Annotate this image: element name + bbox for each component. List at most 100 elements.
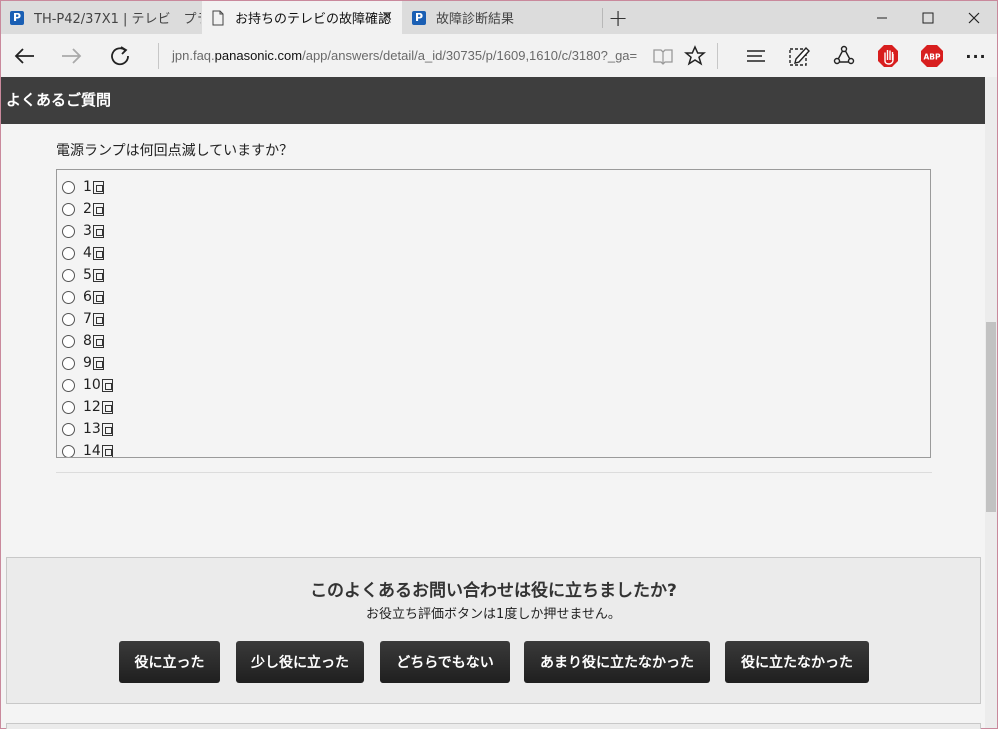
missing-glyph-icon	[101, 422, 113, 436]
radio-button[interactable]	[62, 202, 75, 216]
option-item[interactable]: 3	[62, 221, 104, 241]
share-button[interactable]	[831, 43, 857, 69]
option-label: 2	[83, 201, 92, 217]
rating-somewhat-helpful-button[interactable]: 少し役に立った	[236, 641, 364, 683]
option-label: 5	[83, 267, 92, 283]
radio-button[interactable]	[62, 246, 75, 260]
option-item[interactable]: 10	[62, 375, 113, 395]
panasonic-p-icon: P	[10, 10, 24, 25]
navigation-toolbar: jpn.faq.panasonic.com/app/answers/detail…	[1, 34, 997, 77]
refresh-button[interactable]	[107, 43, 133, 69]
option-item[interactable]: 7	[62, 309, 104, 329]
option-label: 10	[83, 377, 101, 393]
option-label: 4	[83, 245, 92, 261]
close-icon	[968, 12, 980, 23]
option-item[interactable]: 1	[62, 177, 104, 197]
maximize-button[interactable]	[905, 1, 951, 34]
radio-button[interactable]	[62, 334, 75, 348]
option-item[interactable]: 12	[62, 397, 113, 417]
scrollbar-thumb[interactable]	[986, 322, 996, 512]
missing-glyph-icon	[92, 246, 104, 260]
panasonic-p-icon: P	[412, 10, 426, 25]
radio-button[interactable]	[62, 400, 75, 414]
tab-divider	[602, 8, 603, 28]
adblock-hand-icon	[878, 45, 898, 67]
rating-helpful-button[interactable]: 役に立った	[119, 641, 220, 683]
radio-button[interactable]	[62, 422, 75, 436]
close-window-button[interactable]	[951, 1, 997, 34]
tab-product-page[interactable]: P TH-P42/37X1 | テレビ プラズ	[1, 1, 201, 34]
more-button[interactable]: ···	[963, 43, 989, 69]
feedback-subtitle: お役立ち評価ボタンは1度しか押せません。	[366, 607, 621, 622]
option-label: 3	[83, 223, 92, 239]
option-label: 9	[83, 355, 92, 371]
option-item[interactable]: 6	[62, 287, 104, 307]
reading-view-icon	[653, 49, 673, 65]
forward-icon	[62, 48, 82, 64]
hub-icon	[747, 50, 765, 62]
tab-tv-fault-check[interactable]: お持ちのテレビの故障確認 ✕	[202, 1, 402, 34]
radio-button[interactable]	[62, 378, 75, 392]
rating-neutral-button[interactable]: どちらでもない	[380, 641, 510, 683]
abp-icon: ABP	[921, 45, 943, 67]
address-bar[interactable]: jpn.faq.panasonic.com/app/answers/detail…	[158, 43, 638, 69]
maximize-icon	[922, 12, 934, 23]
missing-glyph-icon	[92, 202, 104, 216]
option-item[interactable]: 2	[62, 199, 104, 219]
missing-glyph-icon	[101, 378, 113, 392]
option-label: 14	[83, 443, 101, 458]
option-item[interactable]: 14	[62, 441, 113, 458]
forward-button[interactable]	[59, 43, 85, 69]
next-section-box	[6, 723, 981, 729]
share-icon	[833, 45, 855, 65]
url-prefix: jpn.faq.	[172, 48, 215, 63]
reading-view-button[interactable]	[650, 43, 676, 69]
web-note-button[interactable]	[786, 43, 812, 69]
minimize-button[interactable]	[859, 1, 905, 34]
missing-glyph-icon	[92, 290, 104, 304]
rating-not-very-helpful-button[interactable]: あまり役に立たなかった	[524, 641, 710, 683]
option-label: 8	[83, 333, 92, 349]
radio-button[interactable]	[62, 268, 75, 282]
option-item[interactable]: 4	[62, 243, 104, 263]
tab-strip: P TH-P42/37X1 | テレビ プラズ お持ちのテレビの故障確認 ✕ P…	[1, 1, 997, 34]
new-tab-button[interactable]: +	[608, 4, 628, 32]
missing-glyph-icon	[92, 356, 104, 370]
refresh-icon	[111, 46, 129, 66]
radio-button[interactable]	[62, 356, 75, 370]
web-note-icon	[789, 46, 810, 66]
minimize-icon	[877, 17, 887, 18]
close-tab-icon[interactable]: ✕	[381, 9, 393, 25]
hub-button[interactable]	[743, 43, 769, 69]
option-label: 13	[83, 421, 101, 437]
missing-glyph-icon	[101, 400, 113, 414]
radio-button[interactable]	[62, 290, 75, 304]
document-icon	[212, 10, 224, 25]
option-item[interactable]: 5	[62, 265, 104, 285]
abp-label: ABP	[923, 53, 941, 62]
adblock-button[interactable]	[875, 43, 901, 69]
radio-button[interactable]	[62, 444, 75, 457]
missing-glyph-icon	[92, 268, 104, 282]
back-icon	[14, 48, 34, 64]
abp-button[interactable]: ABP	[919, 43, 945, 69]
radio-button[interactable]	[62, 312, 75, 326]
tab-diagnosis-result[interactable]: P 故障診断結果	[403, 1, 603, 34]
radio-button[interactable]	[62, 180, 75, 194]
radio-button[interactable]	[62, 224, 75, 238]
option-item[interactable]: 13	[62, 419, 113, 439]
option-label: 12	[83, 399, 101, 415]
missing-glyph-icon	[92, 334, 104, 348]
feedback-title: このよくあるお問い合わせは役に立ちましたか?	[310, 581, 677, 601]
rating-not-helpful-button[interactable]: 役に立たなかった	[725, 641, 869, 683]
toolbar-divider	[717, 43, 718, 69]
url-domain: panasonic.com	[214, 48, 303, 63]
blink-count-option-list[interactable]: 1 2 3 4 5 6 7 8 9 10 12 13 14	[56, 169, 931, 458]
missing-glyph-icon	[92, 180, 104, 194]
missing-glyph-icon	[92, 224, 104, 238]
option-item[interactable]: 8	[62, 331, 104, 351]
option-item[interactable]: 9	[62, 353, 104, 373]
favorite-button[interactable]	[682, 43, 708, 69]
favorite-star-icon	[684, 45, 706, 66]
back-button[interactable]	[11, 43, 37, 69]
